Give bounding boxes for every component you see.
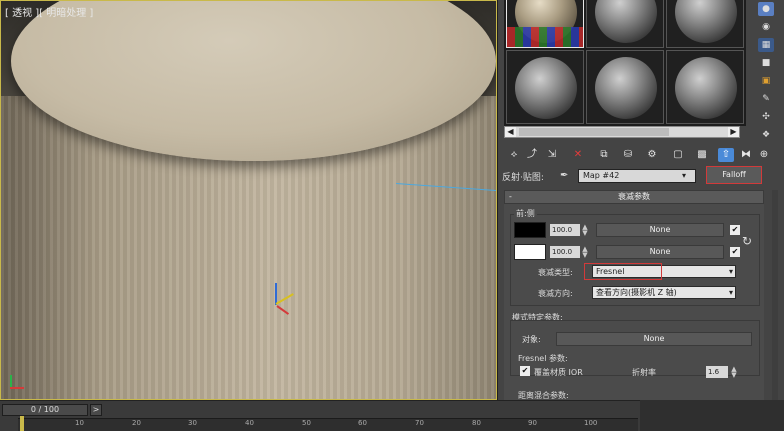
object-label: 对象: (522, 335, 541, 344)
tick-label: 30 (188, 419, 197, 427)
material-id-icon[interactable]: ⚙ (644, 148, 660, 162)
status-area (640, 400, 784, 431)
get-material-icon[interactable]: ⟡ (506, 148, 522, 162)
falloff-direction-label: 衰减方向: (538, 289, 573, 298)
tick-label: 50 (302, 419, 311, 427)
options-icon[interactable]: ✣ (758, 110, 774, 124)
map-row: 反射·贴图: ✒ Map #42 ▾ Falloff (498, 166, 784, 186)
side-color-swatch[interactable] (514, 244, 546, 260)
time-slider[interactable]: 0 / 100 (2, 404, 88, 416)
tick-label: 100 (584, 419, 598, 427)
ior-label: 折射率 (632, 368, 656, 377)
make-preview-icon[interactable]: ✎ (758, 92, 774, 106)
map-name-field[interactable]: Map #42 ▾ (578, 169, 696, 183)
tick-label: 90 (528, 419, 537, 427)
group-label: 前:侧 (514, 208, 537, 219)
tick-label: 80 (472, 419, 481, 427)
tick-label: 60 (358, 419, 367, 427)
material-slot[interactable] (666, 0, 744, 48)
override-ior-label: 覆盖材质 IOR (534, 368, 583, 377)
slots-scrollbar[interactable]: ◀ ▶ (504, 126, 740, 138)
material-editor: ◀ ▶ ● ◉ ▦ ■ ▣ ✎ ✣ ❖ ⟡ ⤴ ⇲ ✕ ⧉ ⛁ ⚙ ▢ ▩ ⇧ … (497, 0, 784, 400)
distance-blend-label: 距离混合参数: (518, 391, 569, 400)
scroll-thumb[interactable] (519, 128, 669, 136)
material-slot[interactable] (586, 0, 664, 48)
side-amount-input[interactable]: 100.0 (550, 246, 580, 258)
front-map-checkbox[interactable]: ✔ (730, 225, 740, 235)
front-amount-input[interactable]: 100.0 (550, 224, 580, 236)
spinner-icon[interactable]: ▲ ▼ (581, 224, 589, 237)
perspective-viewport[interactable]: [ 透视 ][ 明暗处理 ] (0, 0, 497, 400)
tick-label: 40 (245, 419, 254, 427)
track-bar[interactable]: 10 20 30 40 50 60 70 80 90 100 (18, 418, 638, 431)
next-frame-button[interactable]: > (90, 404, 102, 416)
app: [ 透视 ][ 明暗处理 ] 0 / 100 > 10 20 30 40 50 … (0, 0, 784, 431)
playhead[interactable] (20, 416, 24, 431)
object-pick-button[interactable]: None (556, 332, 752, 346)
panel-scrollbar[interactable] (772, 190, 778, 400)
rollout-title: 衰减参数 (618, 192, 650, 201)
tick-label: 70 (415, 419, 424, 427)
background-toggle-icon[interactable]: ⊕ (756, 148, 772, 162)
video-color-check-icon[interactable]: ▣ (758, 74, 774, 88)
spinner-icon[interactable]: ▲ ▼ (730, 366, 738, 379)
override-ior-checkbox[interactable]: ✔ (520, 366, 530, 376)
scroll-left-icon[interactable]: ◀ (505, 127, 516, 137)
chevron-down-icon[interactable]: ▾ (682, 170, 694, 182)
map-slot-label: 反射·贴图: (502, 173, 544, 183)
side-map-checkbox[interactable]: ✔ (730, 247, 740, 257)
show-in-viewport-icon[interactable]: ▢ (670, 148, 686, 162)
material-slot[interactable] (666, 50, 744, 124)
reset-icon[interactable]: ✕ (570, 148, 586, 162)
viewport-label[interactable]: [ 透视 ][ 明暗处理 ] (5, 4, 93, 19)
tick-label: 10 (75, 419, 84, 427)
material-slot[interactable] (586, 50, 664, 124)
tick-label: 20 (132, 419, 141, 427)
sample-type-icon[interactable]: ● (758, 2, 774, 16)
falloff-parameters-panel: - 衰减参数 前:侧 100.0 ▲ ▼ None ✔ 100.0 ▲ ▼ None… (504, 190, 764, 400)
put-to-library-icon[interactable]: ⛁ (620, 148, 636, 162)
material-toolbar: ⟡ ⤴ ⇲ ✕ ⧉ ⛁ ⚙ ▢ ▩ ⇧ ⧓ ⊕ (498, 145, 784, 165)
front-color-swatch[interactable] (514, 222, 546, 238)
highlight-box (584, 263, 662, 280)
falloff-type-label: 衰减类型: (538, 268, 573, 277)
swap-colors-icon[interactable]: ↻ (742, 234, 756, 250)
background-icon[interactable]: ▦ (758, 38, 774, 52)
side-toolbar: ● ◉ ▦ ■ ▣ ✎ ✣ ❖ (754, 0, 782, 150)
material-slot-active[interactable] (506, 0, 584, 48)
eyedropper-icon[interactable]: ✒ (560, 169, 574, 183)
put-to-scene-icon[interactable]: ⤴ (524, 148, 540, 162)
scroll-right-icon[interactable]: ▶ (728, 127, 739, 137)
timeline[interactable]: 0 / 100 > 10 20 30 40 50 60 70 80 90 100 (0, 400, 640, 431)
sample-slots (504, 0, 746, 126)
falloff-direction-value: 查看方向(摄影机 Z 轴) (596, 288, 677, 297)
rollout-header[interactable]: - 衰减参数 (504, 190, 764, 204)
map-type-button[interactable]: Falloff (706, 166, 762, 184)
map-name-text: Map #42 (583, 171, 620, 180)
axis-tripod-icon (7, 373, 25, 391)
side-map-button[interactable]: None (596, 245, 724, 259)
spinner-icon[interactable]: ▲ ▼ (581, 246, 589, 259)
assign-material-icon[interactable]: ⇲ (544, 148, 560, 162)
chevron-down-icon[interactable]: ▾ (729, 266, 733, 277)
transform-gizmo-icon[interactable] (269, 279, 305, 321)
uv-tiling-icon[interactable]: ■ (758, 56, 774, 70)
fresnel-params-label: Fresnel 参数: (518, 354, 568, 363)
backlight-icon[interactable]: ◉ (758, 20, 774, 34)
collapse-icon[interactable]: - (509, 191, 512, 203)
select-by-material-icon[interactable]: ❖ (758, 128, 774, 142)
material-slot[interactable] (506, 50, 584, 124)
chevron-down-icon[interactable]: ▾ (729, 287, 733, 298)
make-unique-icon[interactable]: ⧉ (596, 148, 612, 162)
falloff-direction-dropdown[interactable]: 查看方向(摄影机 Z 轴) ▾ (592, 286, 736, 299)
show-end-result-icon[interactable]: ▩ (694, 148, 710, 162)
front-map-button[interactable]: None (596, 223, 724, 237)
go-forward-sibling-icon[interactable]: ⧓ (738, 148, 754, 162)
go-to-parent-icon[interactable]: ⇧ (718, 148, 734, 162)
ior-input[interactable]: 1.6 (706, 366, 728, 378)
